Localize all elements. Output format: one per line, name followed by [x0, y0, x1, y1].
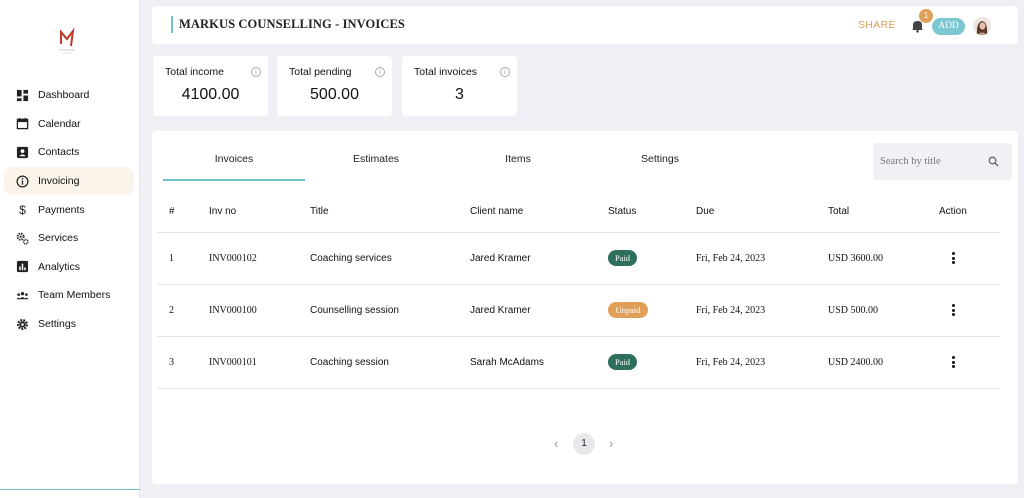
page-title: MARKUS COUNSELLING - INVOICES [179, 17, 405, 31]
sidebar-item-label: Team Members [38, 289, 111, 302]
more-actions-icon[interactable] [948, 251, 958, 265]
sidebar-item-label: Contacts [38, 146, 80, 159]
stat-card-total-income: Total income i 4100.00 [153, 56, 268, 116]
team-icon [15, 288, 29, 302]
invoice-title: Coaching services [310, 253, 392, 264]
more-actions-icon[interactable] [948, 355, 958, 369]
pagination-prev-button[interactable]: ‹ [554, 436, 558, 451]
due-date: Fri, Feb 24, 2023 [696, 305, 766, 316]
status-badge: Unpaid [608, 302, 648, 318]
invoices-panel: Invoices Estimates Items Settings Search… [152, 131, 1018, 484]
notification-badge: 1 [919, 9, 933, 23]
sidebar-item-label: Payments [38, 203, 85, 216]
row-number: 2 [169, 305, 174, 316]
sidebar-item-calendar[interactable]: Calendar [4, 110, 134, 139]
sidebar: Dashboard Calendar Contacts Invoicing $ … [0, 0, 140, 498]
sidebar-nav: Dashboard Calendar Contacts Invoicing $ … [4, 81, 134, 338]
sidebar-item-label: Analytics [38, 260, 81, 273]
gear-icon [15, 317, 29, 331]
table-divider [157, 388, 1000, 389]
sidebar-item-analytics[interactable]: Analytics [4, 253, 134, 282]
table-divider [157, 232, 1000, 233]
more-actions-icon[interactable] [948, 303, 958, 317]
title-accent-bar [171, 16, 173, 33]
logo [59, 28, 75, 54]
info-icon[interactable]: i [500, 67, 510, 77]
column-header-title: Title [310, 206, 329, 217]
pagination-page-button[interactable]: 1 [573, 433, 595, 455]
info-icon [15, 174, 29, 188]
dollar-icon: $ [15, 203, 29, 217]
status-badge: Paid [608, 250, 637, 266]
row-number: 3 [169, 357, 174, 368]
column-header-due: Due [696, 206, 715, 217]
invoice-title: Coaching session [310, 357, 389, 368]
stat-value: 3 [455, 86, 464, 103]
stat-value: 500.00 [310, 86, 359, 103]
search-input[interactable]: Search by title [873, 143, 1012, 180]
sidebar-item-label: Dashboard [38, 89, 90, 102]
client-name: Jared Kramer [470, 253, 531, 264]
row-number: 1 [169, 253, 174, 264]
due-date: Fri, Feb 24, 2023 [696, 253, 766, 264]
search-icon[interactable] [988, 156, 999, 167]
sidebar-item-payments[interactable]: $ Payments [4, 195, 134, 224]
tab-items[interactable]: Items [447, 153, 589, 165]
client-name: Jared Kramer [470, 305, 531, 316]
invoice-total: USD 3600.00 [828, 253, 884, 264]
sidebar-divider [0, 489, 140, 490]
table-divider [157, 336, 1000, 337]
calendar-icon [15, 117, 29, 131]
contacts-icon [15, 145, 29, 159]
stat-card-total-pending: Total pending i 500.00 [277, 56, 392, 116]
tab-estimates[interactable]: Estimates [305, 153, 447, 165]
invoice-total: USD 500.00 [828, 305, 879, 316]
add-button[interactable]: ADD [932, 18, 965, 35]
sidebar-item-dashboard[interactable]: Dashboard [4, 81, 134, 110]
sidebar-item-team-members[interactable]: Team Members [4, 281, 134, 310]
client-name: Sarah McAdams [470, 357, 544, 368]
column-header-number: # [169, 206, 175, 217]
due-date: Fri, Feb 24, 2023 [696, 357, 766, 368]
tab-settings[interactable]: Settings [589, 153, 731, 165]
top-header: MARKUS COUNSELLING - INVOICES SHARE 1 AD… [152, 6, 1018, 44]
stat-label: Total pending [289, 66, 352, 78]
info-icon[interactable]: i [251, 67, 261, 77]
invoice-title: Counselling session [310, 305, 399, 316]
column-header-inv-no: Inv no [209, 206, 237, 217]
status-badge: Paid [608, 354, 637, 370]
sidebar-item-label: Invoicing [38, 175, 80, 188]
sidebar-item-services[interactable]: Services [4, 224, 134, 253]
tab-invoices[interactable]: Invoices [163, 153, 305, 165]
dashboard-icon [15, 88, 29, 102]
sidebar-item-settings[interactable]: Settings [4, 310, 134, 339]
column-header-status: Status [608, 206, 637, 217]
sidebar-item-label: Calendar [38, 117, 81, 130]
column-header-action: Action [939, 206, 967, 217]
stat-value: 4100.00 [181, 86, 240, 103]
sidebar-item-invoicing[interactable]: Invoicing [4, 166, 134, 196]
svg-text:$: $ [19, 203, 26, 216]
search-placeholder: Search by title [880, 156, 941, 167]
invoice-number: INV000101 [209, 357, 257, 368]
gears-icon [15, 231, 29, 245]
sidebar-item-contacts[interactable]: Contacts [4, 138, 134, 167]
avatar[interactable] [973, 17, 991, 35]
sidebar-item-label: Services [38, 232, 79, 245]
stat-label: Total invoices [414, 66, 478, 78]
invoice-total: USD 2400.00 [828, 357, 884, 368]
column-header-client-name: Client name [470, 206, 524, 217]
stat-label: Total income [165, 66, 224, 78]
sidebar-item-label: Settings [38, 318, 76, 331]
share-button[interactable]: SHARE [858, 19, 896, 31]
column-header-total: Total [828, 206, 850, 217]
active-tab-indicator [163, 179, 305, 181]
analytics-icon [15, 260, 29, 274]
invoice-number: INV000102 [209, 253, 257, 264]
pagination-next-button[interactable]: › [609, 436, 613, 451]
invoice-number: INV000100 [209, 305, 257, 316]
stat-card-total-invoices: Total invoices i 3 [402, 56, 517, 116]
table-divider [157, 284, 1000, 285]
info-icon[interactable]: i [375, 67, 385, 77]
